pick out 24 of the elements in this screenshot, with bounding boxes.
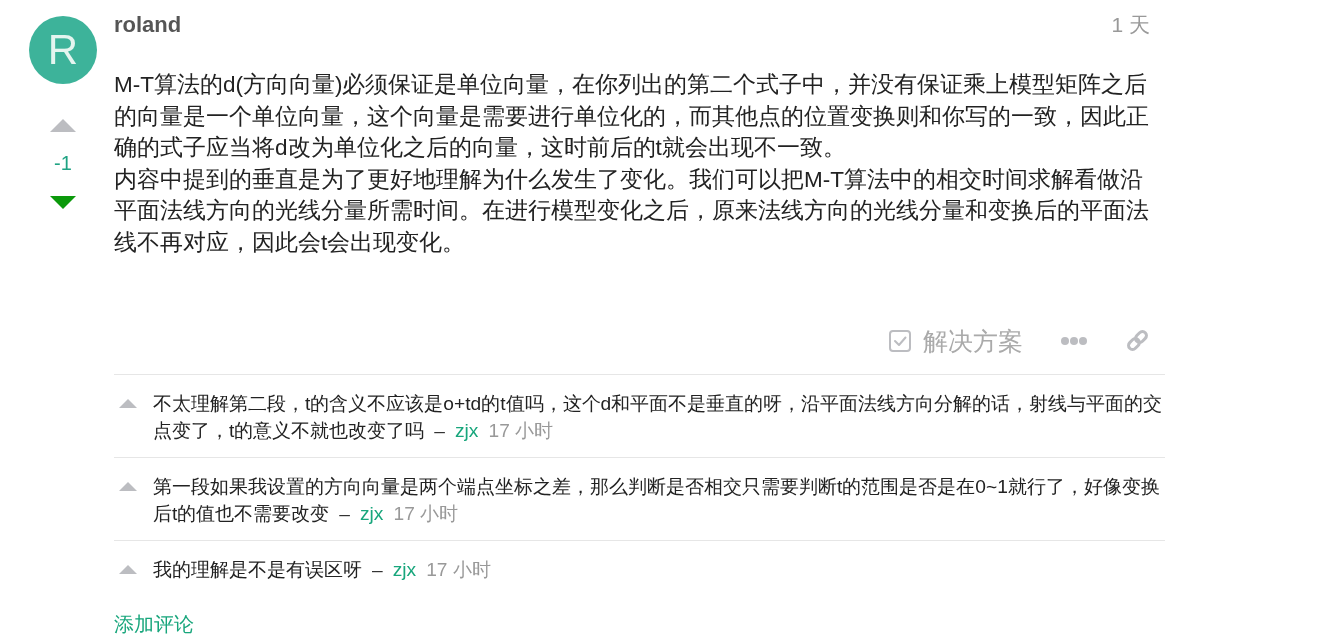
comment-author-link[interactable]: zjx <box>392 558 417 580</box>
more-button[interactable] <box>1061 336 1087 345</box>
link-icon <box>1125 328 1150 354</box>
comment-text: 不太理解第二段，t的含义不应该是o+td的t值吗，这个d和平面不是垂直的呀，沿平面法线方向分解的话，射线与平面的交点变了，t的意义不就也改变了吗 – zjx 17 小时 <box>153 391 1164 443</box>
add-comment-link[interactable]: 添加评论 <box>114 610 194 638</box>
upvote-icon[interactable] <box>119 564 137 574</box>
comment-text: 我的理解是不是有误区呀 – zjx 17 小时 <box>153 557 492 582</box>
post-paragraph: M-T算法的d(方向向量)必须保证是单位向量，在你列出的第二个式子中，并没有保证乘上模型矩阵之后的向量是一个单位向量，这个向量是需要进行单位化的，而其他点的位置变换则和你写的一致，因此正确的式子应当将d改为单位化之后的向量，这时前后的t就会出现不一致。 <box>114 71 1150 163</box>
upvote-icon[interactable] <box>119 398 137 408</box>
post-time: 1 天 <box>1111 16 1150 34</box>
upvote-icon[interactable] <box>119 481 137 491</box>
comment-author-link[interactable]: zjx <box>455 419 479 441</box>
comment-text: 第一段如果我设置的方向向量是两个端点坐标之差，那么判断是否相交只需要判断t的范围是否是在0~1就行了，好像变换后t的值也不需要改变 – zjx 17 小时 <box>153 474 1161 526</box>
comment-author-link[interactable]: zjx <box>360 502 384 524</box>
upvote-icon[interactable] <box>50 119 76 132</box>
user-avatar: R <box>29 16 97 84</box>
share-link-button[interactable] <box>1125 328 1150 354</box>
vote-count: -1 <box>54 152 72 174</box>
downvote-icon[interactable] <box>50 196 76 209</box>
post-paragraph: 内容中提到的垂直是为了更好地理解为什么发生了变化。我们可以把M-T算法中的相交时间求解看做沿平面法线方向的光线分量所需时间。在进行模型变化之后，原来法线方向的光线分量和变换后的平面法线不再对应，因此会t会出现变化。 <box>114 165 1150 257</box>
more-icon <box>1061 336 1087 345</box>
author-name: roland <box>114 16 182 34</box>
checkbox-icon <box>889 329 911 352</box>
solution-button[interactable]: 解决方案 <box>889 325 1023 356</box>
